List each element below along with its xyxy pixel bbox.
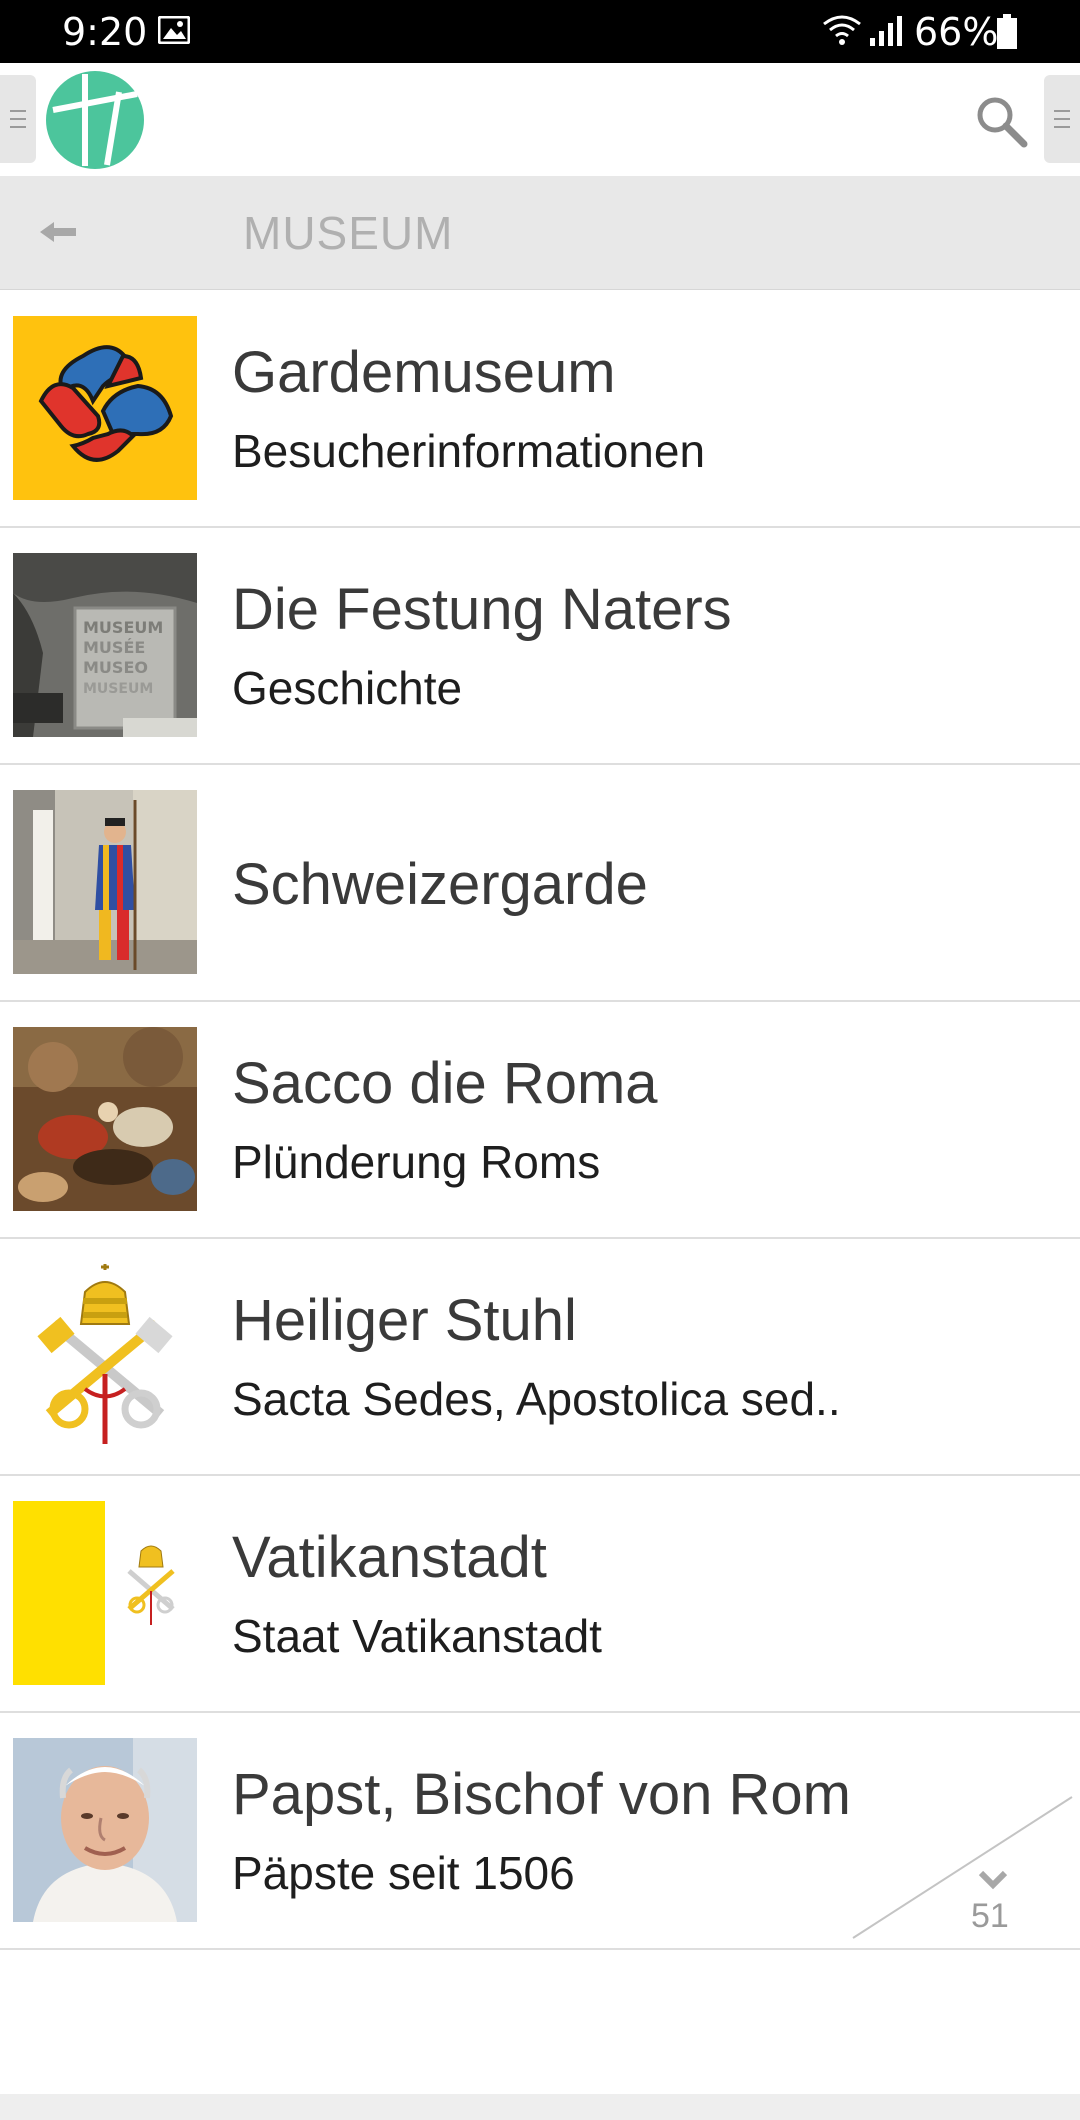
item-subtitle: Staat Vatikanstadt (232, 1610, 602, 1662)
item-subtitle: Plünderung Roms (232, 1136, 601, 1188)
item-title: Sacco die Roma (232, 1051, 658, 1116)
svg-text:MUSÉE: MUSÉE (83, 638, 145, 657)
svg-text:MUSEUM: MUSEUM (83, 681, 153, 697)
image-notification-icon (158, 16, 190, 44)
section-header: MUSEUM (0, 176, 1080, 290)
menu-icon (1054, 110, 1070, 128)
sacco-di-roma-painting-thumbnail (13, 1027, 197, 1211)
chevron-down-icon (978, 1870, 1008, 1890)
holy-see-emblem-thumbnail (13, 1264, 197, 1448)
svg-text:MUSEO: MUSEO (83, 658, 148, 677)
item-title: Heiliger Stuhl (232, 1288, 577, 1353)
item-subtitle: Geschichte (232, 662, 463, 714)
battery-icon (997, 14, 1017, 49)
page-turn-corner[interactable] (850, 1795, 1075, 1940)
item-subtitle: Päpste seit 1506 (232, 1847, 575, 1899)
swiss-guard-thumbnail (13, 790, 197, 974)
signal-icon (870, 16, 902, 46)
status-time: 9:20 (62, 10, 148, 54)
item-title: Gardemuseum (232, 340, 616, 405)
content-list: Gardemuseum Besucherinformationen MUSEUM… (0, 291, 1080, 1950)
bottom-bar (0, 2094, 1080, 2120)
svg-text:MUSEUM: MUSEUM (83, 618, 163, 637)
list-item[interactable]: Heiliger Stuhl Sacta Sedes, Apostolica s… (0, 1239, 1080, 1476)
search-icon[interactable] (973, 93, 1029, 149)
back-arrow-icon[interactable] (36, 212, 80, 252)
item-title: Schweizergarde (232, 852, 648, 917)
item-subtitle: Besucherinformationen (232, 425, 706, 477)
app-header (0, 63, 1080, 176)
gardemuseum-logo-thumbnail (13, 316, 197, 500)
item-subtitle: Sacta Sedes, Apostolica sed.. (232, 1373, 841, 1425)
list-item[interactable]: Schweizergarde (0, 765, 1080, 1002)
list-item[interactable]: Gardemuseum Besucherinformationen (0, 291, 1080, 528)
wifi-icon (823, 15, 861, 45)
section-title: MUSEUM (243, 207, 454, 259)
item-title: Papst, Bischof von Rom (232, 1762, 851, 1827)
list-item[interactable]: Sacco die Roma Plünderung Roms (0, 1002, 1080, 1239)
battery-percent: 66% (914, 10, 999, 54)
page-count: 51 (971, 1897, 1009, 1935)
list-item[interactable]: MUSEUM MUSÉE MUSEO MUSEUM Die Festung Na… (0, 528, 1080, 765)
app-logo[interactable] (45, 70, 145, 170)
pope-portrait-thumbnail (13, 1738, 197, 1922)
right-drawer-handle[interactable] (1044, 75, 1080, 163)
status-bar: 9:20 66% (0, 0, 1080, 63)
left-drawer-handle[interactable] (0, 75, 36, 163)
item-title: Die Festung Naters (232, 577, 732, 642)
list-item[interactable]: Vatikanstadt Staat Vatikanstadt (0, 1476, 1080, 1713)
vatican-flag-thumbnail (13, 1501, 197, 1685)
item-title: Vatikanstadt (232, 1525, 547, 1590)
festung-naters-thumbnail: MUSEUM MUSÉE MUSEO MUSEUM (13, 553, 197, 737)
menu-icon (10, 110, 26, 128)
